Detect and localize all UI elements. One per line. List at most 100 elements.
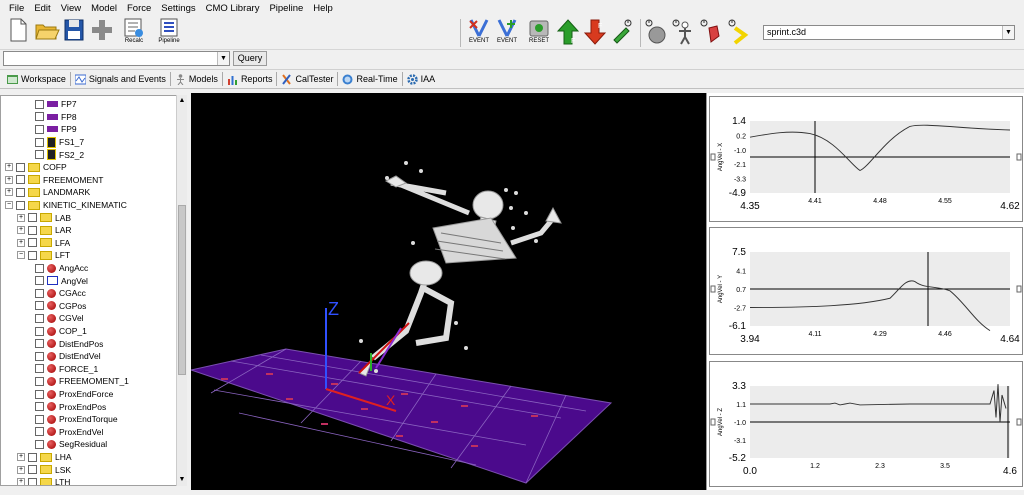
- graph-handle-icon[interactable]: [1016, 153, 1022, 161]
- expand-icon[interactable]: +: [5, 188, 13, 197]
- expand-icon[interactable]: +: [17, 453, 25, 462]
- tree-item[interactable]: + LFA: [17, 237, 70, 250]
- signal-tree[interactable]: FP7 FP8 FP9 FS1_7 FS2_2 + COFP + FREEMOMENT + LAND…: [0, 95, 187, 486]
- query-input[interactable]: ▼: [3, 51, 230, 66]
- tree-item[interactable]: + LAB: [17, 211, 71, 224]
- tree-item[interactable]: ProxEndTorque: [35, 413, 118, 426]
- expand-icon[interactable]: +: [17, 238, 25, 247]
- menu-help[interactable]: Help: [308, 3, 338, 14]
- tree-item[interactable]: + LHA: [17, 451, 72, 464]
- tab-caltester[interactable]: CalTester: [277, 72, 339, 86]
- tree-checkbox[interactable]: [35, 124, 44, 134]
- tree-checkbox[interactable]: [35, 339, 44, 349]
- tree-checkbox[interactable]: [35, 439, 44, 449]
- tree-item[interactable]: − KINETIC_KINEMATIC: [5, 199, 127, 212]
- expand-icon[interactable]: +: [5, 175, 13, 184]
- tree-checkbox[interactable]: [28, 452, 37, 462]
- tree-checkbox[interactable]: [35, 376, 44, 386]
- graph-angvel-y[interactable]: 7.5 4.1 0.7 -2.7 -6.1 AngVel - Y 3.94 4.64 4.11 4…: [709, 227, 1023, 355]
- tree-checkbox[interactable]: [35, 301, 44, 311]
- graph-angvel-z[interactable]: 3.3 1.1 -1.0 -3.1 -5.2 AngVel - Z 0.0 4.6 1.2 2.3…: [709, 361, 1023, 487]
- tree-checkbox[interactable]: [35, 112, 44, 122]
- tree-item[interactable]: CGAcc: [35, 287, 86, 300]
- tree-item[interactable]: ProxEndVel: [35, 426, 103, 439]
- tree-item[interactable]: DistEndVel: [35, 350, 101, 363]
- model-sphere-button[interactable]: [643, 18, 669, 48]
- tab-iaa[interactable]: IAA: [403, 72, 440, 86]
- new-file-button[interactable]: [6, 18, 30, 48]
- force-toggle-button[interactable]: [609, 18, 635, 48]
- menu-view[interactable]: View: [56, 3, 86, 14]
- expand-icon[interactable]: +: [17, 478, 25, 485]
- tree-checkbox[interactable]: [35, 276, 44, 286]
- query-button[interactable]: Query: [233, 51, 267, 66]
- chevron-down-icon[interactable]: ▼: [1002, 26, 1014, 39]
- tree-checkbox[interactable]: [28, 238, 37, 248]
- tab-real-time[interactable]: Real-Time: [338, 72, 403, 86]
- tree-checkbox[interactable]: [16, 175, 25, 185]
- tree-scrollbar[interactable]: ▲ ▼: [176, 95, 187, 486]
- tree-item[interactable]: FREEMOMENT_1: [35, 375, 129, 388]
- tree-checkbox[interactable]: [35, 389, 44, 399]
- tree-item[interactable]: FS2_2: [35, 148, 84, 161]
- tree-checkbox[interactable]: [28, 213, 37, 223]
- recalc-button[interactable]: Recalc: [121, 18, 147, 48]
- tree-item[interactable]: CGVel: [35, 312, 84, 325]
- chevron-down-icon[interactable]: ▼: [217, 52, 229, 65]
- tree-item[interactable]: + FREEMOMENT: [5, 174, 103, 187]
- reset-button[interactable]: RESET: [526, 18, 552, 48]
- menu-file[interactable]: File: [4, 3, 29, 14]
- tree-checkbox[interactable]: [16, 162, 25, 172]
- tree-checkbox[interactable]: [35, 288, 44, 298]
- event-button-1[interactable]: EVENT: [465, 18, 493, 48]
- tab-workspace[interactable]: Workspace: [3, 72, 71, 86]
- tree-item[interactable]: ProxEndForce: [35, 388, 113, 401]
- graph-handle-icon[interactable]: [710, 153, 716, 161]
- file-select[interactable]: sprint.c3d ▼: [763, 25, 1015, 40]
- tree-item[interactable]: FS1_7: [35, 136, 84, 149]
- step-back-button[interactable]: F: [583, 18, 607, 48]
- tree-item[interactable]: + LAR: [17, 224, 72, 237]
- tree-checkbox[interactable]: [35, 263, 44, 273]
- graph-handle-icon[interactable]: [710, 285, 716, 293]
- tree-checkbox[interactable]: [35, 99, 44, 109]
- tree-checkbox[interactable]: [35, 414, 44, 424]
- tree-checkbox[interactable]: [35, 326, 44, 336]
- tree-item[interactable]: FORCE_1: [35, 363, 98, 376]
- tree-item[interactable]: AngAcc: [35, 262, 88, 275]
- tree-item[interactable]: FP7: [35, 98, 77, 111]
- tree-item[interactable]: FP9: [35, 123, 77, 136]
- skeleton-button[interactable]: [670, 18, 696, 48]
- tab-reports[interactable]: Reports: [223, 72, 278, 86]
- tree-item[interactable]: COP_1: [35, 325, 87, 338]
- tab-models[interactable]: Models: [171, 72, 223, 86]
- save-button[interactable]: [62, 18, 86, 48]
- collapse-icon[interactable]: −: [17, 251, 25, 260]
- scroll-thumb[interactable]: [178, 205, 186, 375]
- graph-handle-icon[interactable]: [1016, 418, 1022, 426]
- scroll-down-icon[interactable]: ▼: [178, 476, 186, 484]
- graph-handle-icon[interactable]: [710, 418, 716, 426]
- tab-signals-and-events[interactable]: Signals and Events: [71, 72, 171, 86]
- step-forward-button[interactable]: F: [556, 18, 580, 48]
- expand-icon[interactable]: +: [5, 163, 13, 172]
- menu-pipeline[interactable]: Pipeline: [264, 3, 308, 14]
- tree-item[interactable]: + LTH: [17, 476, 70, 485]
- tree-item[interactable]: CGPos: [35, 300, 86, 313]
- graph-angvel-x[interactable]: 1.4 0.2 -1.0 -2.1 -3.3 -4.9 AngVel - X 4.35 4.62…: [709, 96, 1023, 222]
- tree-checkbox[interactable]: [28, 477, 37, 485]
- add-button[interactable]: [90, 18, 114, 48]
- menu-edit[interactable]: Edit: [29, 3, 55, 14]
- tree-item[interactable]: ProxEndPos: [35, 400, 106, 413]
- tree-item[interactable]: AngVel: [35, 274, 88, 287]
- tree-checkbox[interactable]: [28, 250, 37, 260]
- tree-checkbox[interactable]: [16, 187, 25, 197]
- tree-checkbox[interactable]: [35, 137, 44, 147]
- tree-checkbox[interactable]: [16, 200, 25, 210]
- tree-item[interactable]: SegResidual: [35, 438, 107, 451]
- tree-checkbox[interactable]: [35, 364, 44, 374]
- tree-item[interactable]: DistEndPos: [35, 337, 103, 350]
- expand-icon[interactable]: +: [17, 226, 25, 235]
- segment-button[interactable]: [698, 18, 724, 48]
- pipeline-button[interactable]: Pipeline: [155, 18, 183, 48]
